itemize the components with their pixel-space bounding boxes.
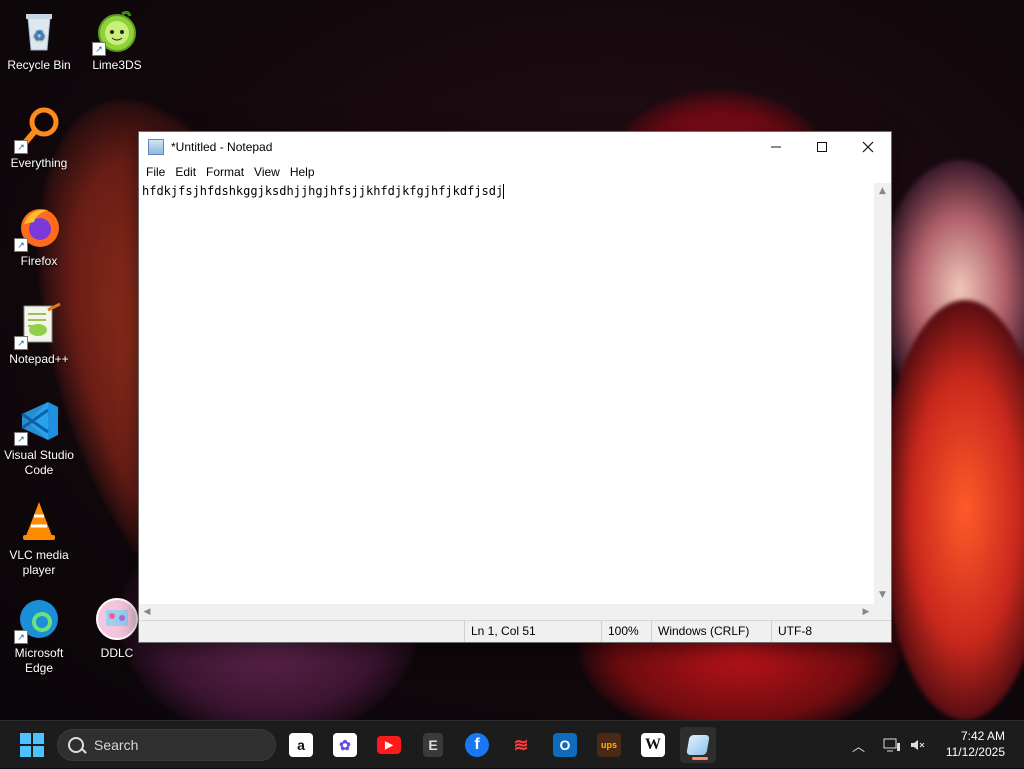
taskbar-app-ups[interactable]: ups [593,729,625,761]
menu-edit[interactable]: Edit [170,165,201,179]
title-bar[interactable]: *Untitled - Notepad [139,132,891,161]
outlook-icon: O [553,733,577,757]
notepad-icon [148,138,164,155]
taskbar-app-youtube[interactable]: ▶ [373,729,405,761]
start-button[interactable] [20,733,44,757]
maximize-button[interactable] [799,132,845,161]
notepad-window[interactable]: *Untitled - Notepad File Edit Format Vie… [138,131,892,643]
clock-date: 11/12/2025 [945,745,1005,759]
taskbar-app-amazon[interactable]: a [285,729,317,761]
facebook-icon: f [465,733,489,757]
wikipedia-icon: W [641,733,665,757]
epic-games-icon: E [423,733,443,757]
notepad-taskbar-icon [686,735,710,755]
ddlc-icon [94,596,140,642]
taskbar-app-facebook[interactable]: f [461,729,493,761]
vlc-icon [16,498,62,544]
desktop-icon-lime3ds[interactable]: ↗ Lime3DS [78,8,156,73]
shortcut-arrow-icon: ↗ [14,140,28,154]
desktop-icon-edge[interactable]: ↗ Microsoft Edge [0,596,78,676]
desktop-icon-label: Recycle Bin [7,58,71,72]
edge-icon: ↗ [14,596,62,644]
menu-bar: File Edit Format View Help [139,161,891,183]
desktop-icon-label: Notepad++ [9,352,69,366]
shortcut-arrow-icon: ↗ [14,238,28,252]
desktop-icon-vscode[interactable]: ↗ Visual Studio Code [0,398,78,478]
taskbar-app-notepad[interactable] [680,727,716,763]
editor-text: hfdkjfsjhfdshkggjksdhjjhgjhfsjjkhfdjkfgj… [142,184,504,198]
ups-icon: ups [597,733,621,757]
search-icon [68,737,84,753]
network-icon[interactable] [883,737,901,753]
shortcut-arrow-icon: ↗ [92,42,106,56]
taskbar-search[interactable]: Search [57,729,276,761]
firefox-icon: ↗ [14,204,62,252]
scrollbar-corner [874,604,891,620]
taskbar-app-wikipedia[interactable]: W [637,729,669,761]
shortcut-arrow-icon: ↗ [14,432,28,446]
amazon-icon: a [289,733,313,757]
recycle-bin-icon: ♻ [16,8,62,54]
menu-view[interactable]: View [249,165,285,179]
status-line-ending: Windows (CRLF) [651,621,771,642]
svg-text:♻: ♻ [33,27,46,43]
everything-search-icon: ↗ [14,106,62,154]
active-indicator [692,757,708,760]
minimize-button[interactable] [753,132,799,161]
clock-time: 7:42 AM [960,729,1005,743]
desktop-icon-label: DDLC [100,646,134,660]
scroll-left-icon[interactable]: ◀ [139,604,155,620]
volume-muted-icon[interactable] [909,737,927,753]
desktop-icon-label: Everything [10,156,68,170]
windows-logo-icon [20,733,31,744]
lime3ds-icon: ↗ [92,8,140,56]
taskbar-app-epic[interactable]: E [417,729,449,761]
shortcut-arrow-icon: ↗ [14,336,28,350]
search-label: Search [94,737,139,753]
text-editor[interactable]: hfdkjfsjhfdshkggjksdhjjhgjhfsjjkhfdjkfgj… [139,183,874,604]
copilot-icon: ✿ [333,733,357,757]
close-button[interactable] [845,132,891,161]
vscode-icon: ↗ [14,398,62,446]
minimize-icon [771,146,781,147]
youtube-icon: ▶ [377,736,401,754]
taskbar: Search a ✿ ▶ E f ≋ O ups W ︿ 7:42 AM 11/… [0,720,1024,768]
notepad-plus-plus-icon: ↗ [14,302,62,350]
taskbar-app-copilot[interactable]: ✿ [329,729,361,761]
desktop-icon-everything[interactable]: ↗ Everything [0,106,78,171]
desktop-icon-vlc[interactable]: VLC media player [0,498,78,578]
desktop-icon-recycle-bin[interactable]: ♻ Recycle Bin [0,8,78,73]
close-icon [862,141,874,152]
system-tray: ︿ [852,721,927,769]
stack-app-icon: ≋ [513,734,529,755]
scroll-down-icon[interactable]: ▼ [874,587,891,604]
menu-help[interactable]: Help [285,165,320,179]
clock[interactable]: 7:42 AM 11/12/2025 [946,728,1005,760]
taskbar-app-outlook[interactable]: O [549,729,581,761]
status-bar: Ln 1, Col 51 100% Windows (CRLF) UTF-8 [139,620,891,642]
maximize-icon [817,141,827,152]
desktop-icon-label: Microsoft Edge [14,646,64,675]
text-caret [503,184,505,199]
desktop-icon-label: Lime3DS [92,58,142,72]
menu-file[interactable]: File [141,165,170,179]
horizontal-scrollbar[interactable]: ◀ ▶ [139,604,874,620]
desktop-icon-firefox[interactable]: ↗ Firefox [0,204,78,269]
status-encoding: UTF-8 [771,621,874,642]
status-position: Ln 1, Col 51 [464,621,601,642]
scroll-up-icon[interactable]: ▲ [874,183,891,200]
taskbar-app-stack[interactable]: ≋ [505,729,537,761]
shortcut-arrow-icon: ↗ [14,630,28,644]
vertical-scrollbar[interactable]: ▲ ▼ [874,183,891,604]
desktop-icon-label: Visual Studio Code [4,448,74,477]
chevron-up-icon[interactable]: ︿ [852,736,865,755]
desktop-icon-label: VLC media player [9,548,69,577]
desktop-icon-notepad-plus-plus[interactable]: ↗ Notepad++ [0,302,78,367]
menu-format[interactable]: Format [201,165,249,179]
status-zoom: 100% [601,621,651,642]
scroll-right-icon[interactable]: ▶ [858,604,874,620]
window-title: *Untitled - Notepad [171,139,273,154]
desktop-icon-label: Firefox [20,254,58,268]
